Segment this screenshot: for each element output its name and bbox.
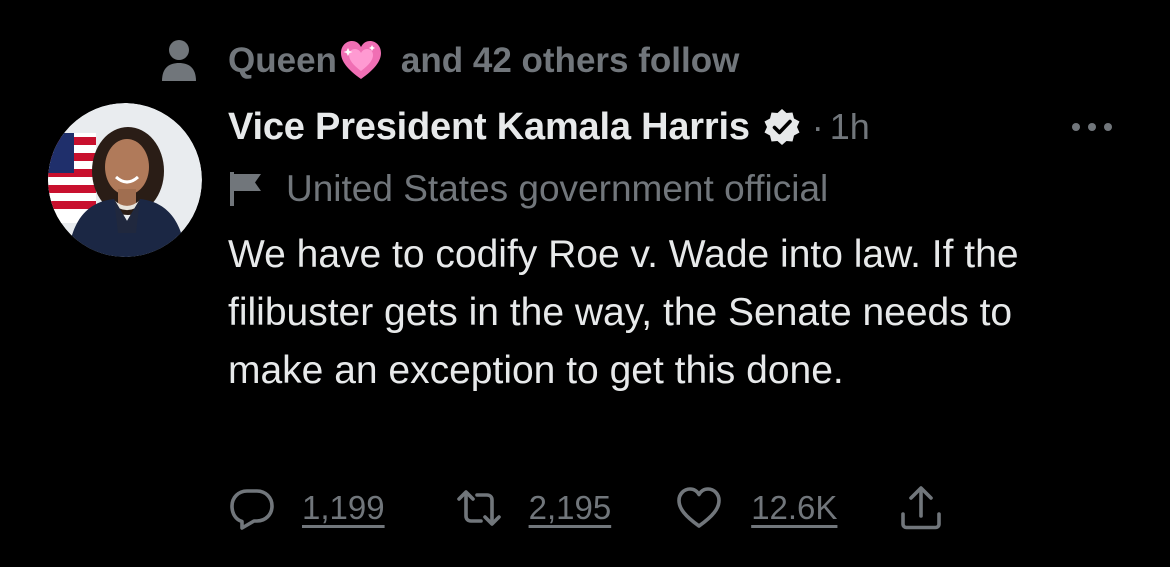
social-context-suffix: and 42 others follow — [400, 41, 740, 80]
tweet-timestamp[interactable]: 1h — [830, 106, 870, 148]
avatar[interactable] — [48, 103, 202, 257]
reply-icon — [230, 489, 274, 530]
tweet-actions: 1,199 2,195 12.6K — [228, 478, 945, 538]
reply-button[interactable]: 1,199 — [228, 484, 385, 532]
verified-badge-icon — [764, 109, 800, 145]
more-icon[interactable] — [1068, 115, 1116, 139]
like-count[interactable]: 12.6K — [751, 489, 837, 527]
share-icon — [901, 486, 942, 530]
person-icon — [162, 40, 196, 81]
reply-count[interactable]: 1,199 — [302, 489, 385, 527]
social-context[interactable]: Queen and 42 others follow — [160, 36, 739, 86]
share-button[interactable] — [897, 484, 945, 532]
flag-icon — [230, 172, 261, 206]
like-button[interactable]: 12.6K — [675, 484, 837, 532]
profile-photo — [48, 103, 202, 257]
tweet-text: We have to codify Roe v. Wade into law. … — [228, 233, 1019, 392]
account-label-text: United States government official — [286, 168, 829, 209]
tweet-header: Vice President Kamala Harris · 1h — [228, 100, 870, 154]
account-label[interactable]: United States government official — [228, 164, 828, 214]
retweet-count[interactable]: 2,195 — [529, 489, 612, 527]
author-display-name[interactable]: Vice President Kamala Harris — [228, 106, 750, 149]
retweet-button[interactable]: 2,195 — [455, 484, 612, 532]
retweet-icon — [456, 490, 501, 526]
sparkling-heart-emoji — [340, 41, 381, 79]
tweet[interactable]: Queen and 42 others follow Vice Presiden… — [0, 0, 1170, 567]
heart-icon — [677, 487, 721, 528]
header-separator: · — [811, 106, 824, 147]
social-context-name: Queen — [228, 41, 337, 80]
